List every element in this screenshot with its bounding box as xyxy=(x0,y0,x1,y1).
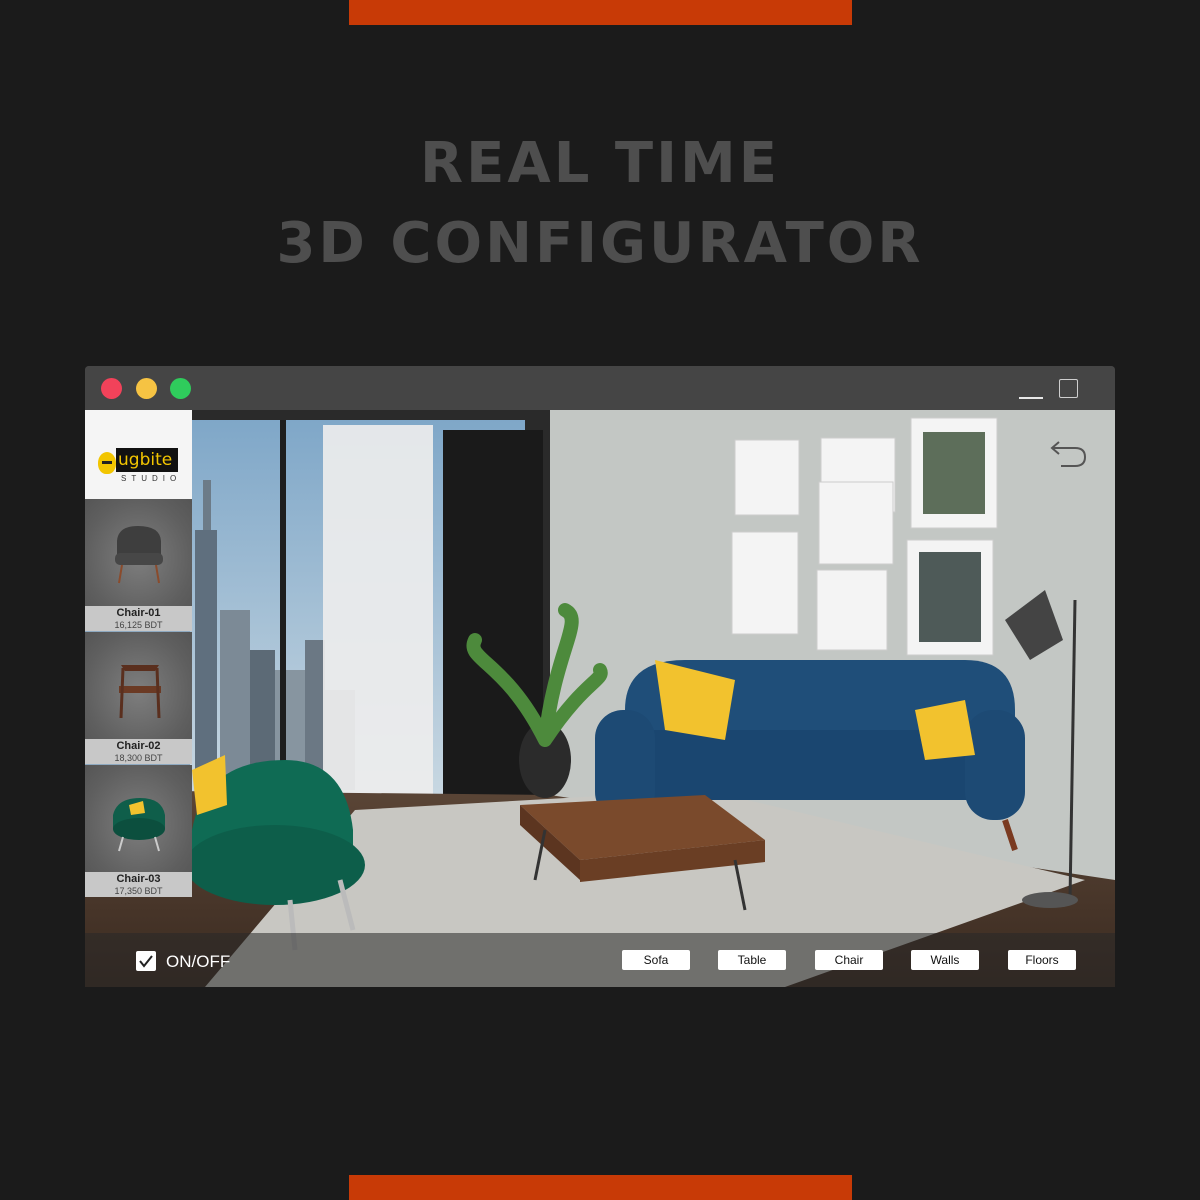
configurator-toolbar: ON/OFF Sofa Table Chair Walls Floors xyxy=(85,933,1115,987)
minimize-dot[interactable] xyxy=(136,378,157,399)
walls-button[interactable]: Walls xyxy=(911,950,979,970)
chair-01-thumbnail xyxy=(85,499,192,606)
room-render xyxy=(85,410,1115,987)
logo-wordmark: ugbite xyxy=(116,448,178,472)
close-dot[interactable] xyxy=(101,378,122,399)
catalog-item-chair-02[interactable]: Chair-02 18,300 BDT xyxy=(85,632,192,764)
bee-icon xyxy=(98,452,116,474)
check-icon xyxy=(139,955,153,968)
chair-01-name: Chair-01 xyxy=(116,607,161,619)
toggle-label: ON/OFF xyxy=(166,952,231,971)
maximize-dot[interactable] xyxy=(170,378,191,399)
chair-03-thumbnail xyxy=(85,765,192,872)
catalog-item-chair-01[interactable]: Chair-01 16,125 BDT xyxy=(85,499,192,631)
undo-icon[interactable] xyxy=(1047,434,1091,470)
sofa-button[interactable]: Sofa xyxy=(622,950,690,970)
bottom-accent-bar xyxy=(349,1175,852,1200)
toggle-checkbox[interactable] xyxy=(136,951,156,971)
headline-line-1: REAL TIME xyxy=(420,131,780,196)
3d-viewport[interactable]: ugbite STUDIO Chair-01 16,125 BDT Chair-… xyxy=(85,410,1115,987)
minimize-icon[interactable] xyxy=(1019,397,1043,399)
chair-03-price: 17,350 BDT xyxy=(114,886,163,896)
catalog-item-chair-03[interactable]: Chair-03 17,350 BDT xyxy=(85,765,192,897)
chair-03-name: Chair-03 xyxy=(116,873,161,885)
chair-01-price: 16,125 BDT xyxy=(114,620,163,630)
chair-02-caption: Chair-02 18,300 BDT xyxy=(85,739,192,764)
brand-logo: ugbite STUDIO xyxy=(85,410,192,499)
floors-button[interactable]: Floors xyxy=(1008,950,1076,970)
chair-03-caption: Chair-03 17,350 BDT xyxy=(85,872,192,897)
chair-02-thumbnail xyxy=(85,632,192,739)
page-headline: REAL TIME 3D CONFIGURATOR xyxy=(0,124,1200,284)
top-accent-bar xyxy=(349,0,852,25)
logo-subtitle: STUDIO xyxy=(121,474,182,483)
headline-line-2: 3D CONFIGURATOR xyxy=(276,211,924,276)
chair-02-price: 18,300 BDT xyxy=(114,753,163,763)
chair-button[interactable]: Chair xyxy=(815,950,883,970)
chair-01-caption: Chair-01 16,125 BDT xyxy=(85,606,192,631)
table-button[interactable]: Table xyxy=(718,950,786,970)
configurator-window: ugbite STUDIO Chair-01 16,125 BDT Chair-… xyxy=(85,366,1115,987)
maximize-icon[interactable] xyxy=(1059,379,1078,398)
chair-02-name: Chair-02 xyxy=(116,740,161,752)
window-titlebar xyxy=(85,366,1115,410)
